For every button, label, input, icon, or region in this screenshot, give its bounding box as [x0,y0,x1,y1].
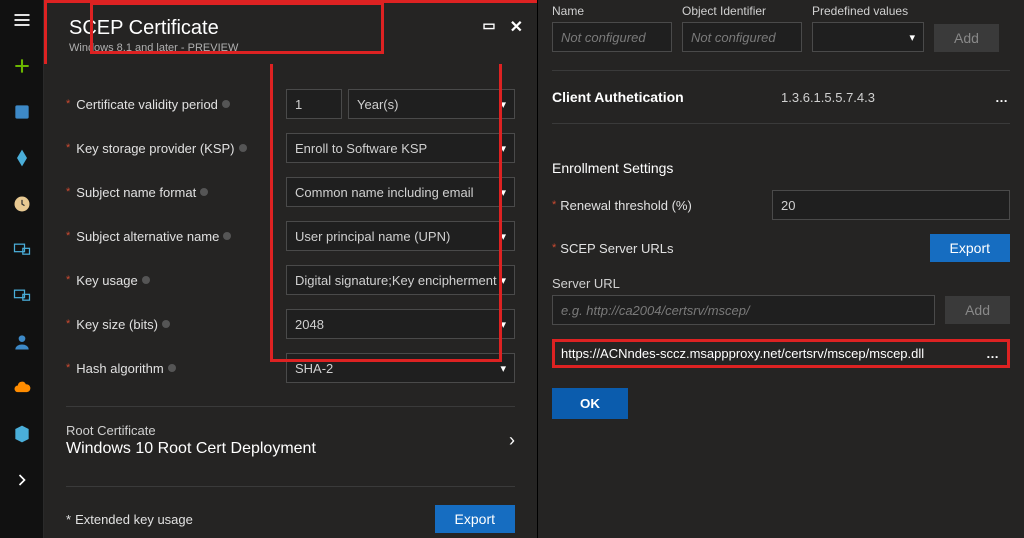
row-eku: *Extended key usage Export [66,497,515,533]
row-scep-urls: *SCEP Server URLs Export [552,234,1010,262]
san-select[interactable]: User principal name (UPN)▾ [286,221,515,251]
chevron-down-icon: ▾ [500,318,506,331]
clock-icon[interactable] [10,192,34,216]
diamond-icon[interactable] [10,146,34,170]
more-icon[interactable]: … [986,346,1001,361]
hamburger-icon[interactable] [10,8,34,32]
server-url-block: Server URL e.g. http://ca2004/certsrv/ms… [552,276,1010,325]
row-keyusage: *Key usage Digital signature;Key enciphe… [66,258,515,302]
row-renewal: *Renewal threshold (%) 20 [552,190,1010,220]
ok-button[interactable]: OK [552,388,628,419]
export-urls-button[interactable]: Export [930,234,1010,262]
info-icon[interactable] [200,188,208,196]
form-area: *Certificate validity period 1 Year(s)▾ … [44,64,537,538]
server-url-input[interactable]: e.g. http://ca2004/certsrv/mscep/ [552,295,935,325]
export-eku-button[interactable]: Export [435,505,515,533]
client-auth-row: Client Authetication 1.3.6.1.5.5.7.4.3 … [552,83,1010,111]
renewal-threshold-input[interactable]: 20 [772,190,1010,220]
panel-header: SCEP Certificate Windows 8.1 and later -… [44,0,537,64]
chevron-down-icon: ▾ [500,230,506,243]
chevron-down-icon: ▾ [500,186,506,199]
chevron-down-icon: ▾ [500,98,506,111]
root-certificate-row[interactable]: Root Certificate Windows 10 Root Cert De… [66,417,515,470]
maximize-icon[interactable]: ▭ [482,17,495,37]
url-add-button[interactable]: Add [945,296,1010,324]
add-icon[interactable] [10,54,34,78]
eku-add-button[interactable]: Add [934,24,999,52]
enrollment-settings-header: Enrollment Settings [552,160,1010,176]
chevron-right-icon[interactable] [10,468,34,492]
chevron-down-icon: ▾ [500,362,506,375]
hash-select[interactable]: SHA-2▾ [286,353,515,383]
page-title: SCEP Certificate [69,17,238,40]
chevron-right-icon: › [509,430,515,451]
chevron-down-icon: ▾ [909,31,915,44]
eku-input-row: Name Not configured Object Identifier No… [552,4,1010,52]
chevron-down-icon: ▾ [500,142,506,155]
info-icon[interactable] [142,276,150,284]
row-hash: *Hash algorithm SHA-2▾ [66,346,515,390]
chevron-down-icon: ▾ [500,274,506,287]
user-icon[interactable] [10,330,34,354]
info-icon[interactable] [162,320,170,328]
row-san: *Subject alternative name User principal… [66,214,515,258]
info-icon[interactable] [222,100,230,108]
devices2-icon[interactable] [10,284,34,308]
row-ksp: *Key storage provider (KSP) Enroll to So… [66,126,515,170]
info-icon[interactable] [168,364,176,372]
page-subtitle: Windows 8.1 and later - PREVIEW [69,42,238,54]
subject-select[interactable]: Common name including email▾ [286,177,515,207]
keysize-select[interactable]: 2048▾ [286,309,515,339]
info-icon[interactable] [223,232,231,240]
row-keysize: *Key size (bits) 2048▾ [66,302,515,346]
dashboard-icon[interactable] [10,100,34,124]
validity-unit-select[interactable]: Year(s)▾ [348,89,515,119]
ksp-select[interactable]: Enroll to Software KSP▾ [286,133,515,163]
eku-name-input[interactable]: Not configured [552,22,672,52]
validity-value-input[interactable]: 1 [286,89,342,119]
right-panel: Name Not configured Object Identifier No… [538,0,1024,538]
cube-icon[interactable] [10,422,34,446]
row-subject: *Subject name format Common name includi… [66,170,515,214]
url-entry-row: https://ACNndes-sccz.msappproxy.net/cert… [552,339,1010,368]
scep-panel: SCEP Certificate Windows 8.1 and later -… [44,0,538,538]
cloud-icon[interactable] [10,376,34,400]
devices-icon[interactable] [10,238,34,262]
keyusage-select[interactable]: Digital signature;Key encipherment▾ [286,265,515,295]
nav-rail [0,0,44,538]
more-icon[interactable]: … [995,90,1010,105]
close-icon[interactable]: ✕ [510,17,523,37]
eku-predefined-select[interactable]: ▾ [812,22,924,52]
info-icon[interactable] [239,144,247,152]
row-validity: *Certificate validity period 1 Year(s)▾ [66,82,515,126]
eku-oid-input[interactable]: Not configured [682,22,802,52]
